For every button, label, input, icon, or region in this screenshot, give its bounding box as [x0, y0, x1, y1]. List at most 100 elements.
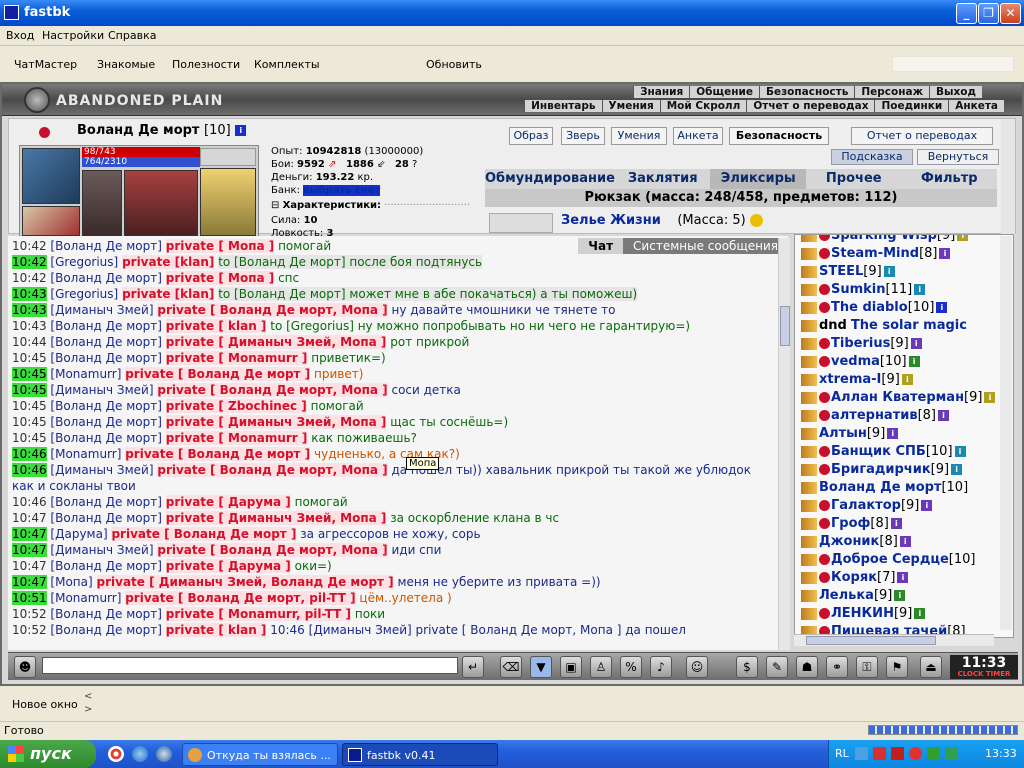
user-nick[interactable]: Бригадирчик	[831, 462, 931, 477]
transfer-report-button[interactable]: Отчет о переводах	[851, 127, 993, 145]
chat-nick[interactable]: [Gregorius]	[50, 255, 118, 269]
user-list-item[interactable]: Алтын[9] i	[795, 425, 1013, 443]
nav-exit[interactable]: Выход	[929, 86, 982, 98]
user-list-item[interactable]: STEEL[9] i	[795, 263, 1013, 281]
chat-private-target[interactable]: private [ Дарума ]	[165, 559, 291, 573]
chat-scroll-thumb[interactable]	[780, 306, 790, 346]
chat-private-target[interactable]: private [ klan ]	[165, 319, 267, 333]
chat-scrollbar[interactable]	[778, 238, 790, 650]
tab-system-messages[interactable]: Системные сообщения	[623, 238, 788, 254]
user-nick[interactable]: Sumkin	[831, 282, 886, 297]
chat-nick[interactable]: [Gregorius]	[50, 287, 118, 301]
user-nick[interactable]: алтернатив	[831, 408, 918, 423]
chat-private-target[interactable]: private [ Мопа ]	[165, 271, 275, 285]
user-list-item[interactable]: Лелька[9] i	[795, 587, 1013, 605]
item-thumbnail[interactable]	[489, 213, 553, 233]
user-list-item[interactable]: xtrema-I[9] i	[795, 371, 1013, 389]
chat-nick[interactable]: [Воланд Де морт]	[50, 559, 162, 573]
nav-transfer-report[interactable]: Отчет о переводах	[746, 100, 875, 112]
chat-private-target[interactable]: private [ Воланд Де морт, Мопа ]	[157, 543, 388, 557]
user-info-icon[interactable]: i	[938, 410, 949, 421]
user-list-item[interactable]: Коряк[7] i	[795, 569, 1013, 587]
private-arrow-icon[interactable]	[801, 463, 817, 476]
private-arrow-icon[interactable]	[801, 409, 817, 422]
chat-private-target[interactable]: private [ Воланд Де морт ]	[125, 447, 311, 461]
user-info-icon[interactable]: i	[914, 608, 926, 619]
maximize-button[interactable]: ❐	[978, 3, 999, 24]
eraser-icon[interactable]: ⌫	[500, 656, 522, 678]
chat-nick[interactable]: [Воланд Де морт]	[50, 335, 162, 349]
user-info-icon[interactable]: i	[921, 500, 933, 511]
character-info-icon[interactable]: i	[235, 125, 247, 136]
user-list-item[interactable]: ЛЕНКИН[9] i	[795, 605, 1013, 623]
figure-icon[interactable]: ♙	[590, 656, 612, 678]
scroll-icon[interactable]: ✎	[766, 656, 788, 678]
chat-private-target[interactable]: private [ Диманыч Змей, Воланд Де морт ]	[96, 575, 394, 589]
user-nick[interactable]: Галактор	[831, 498, 901, 513]
new-window-link[interactable]: Новое окно	[12, 698, 78, 711]
ring-slots[interactable]	[82, 170, 122, 236]
smile-icon[interactable]: ☺	[686, 656, 708, 678]
user-nick[interactable]: Steam-Mind	[831, 246, 919, 261]
nav-skills[interactable]: Умения	[601, 100, 660, 112]
chat-private-target[interactable]: private [ Zbochinec ]	[165, 399, 307, 413]
chat-input[interactable]	[42, 657, 458, 674]
users-horizontal-scrollbar[interactable]	[794, 634, 994, 646]
task-browser[interactable]: Откуда ты взялась ...	[182, 743, 338, 766]
user-nick[interactable]: Sparking Wisp	[831, 235, 937, 243]
chat-nick[interactable]: [Диманыч Змей]	[50, 383, 153, 397]
user-nick[interactable]: Аллан Кватерман	[831, 390, 964, 405]
send-icon[interactable]: ↵	[462, 656, 484, 678]
kaspersky-icon[interactable]	[891, 747, 904, 760]
user-info-icon[interactable]: i	[883, 266, 895, 277]
user-nick[interactable]: STEEL	[819, 264, 863, 279]
nav-inventory[interactable]: Инвентарь	[524, 100, 602, 112]
language-indicator[interactable]: RL	[835, 747, 849, 760]
user-nick[interactable]: Воланд Де морт	[819, 480, 941, 495]
gloves-rings-slots[interactable]	[200, 168, 256, 236]
start-button[interactable]: пуск	[0, 740, 96, 768]
user-nick[interactable]: ЛЕНКИН	[831, 606, 894, 621]
quicklaunch-target-icon[interactable]	[108, 746, 124, 762]
toolbar-chatmaster[interactable]: ЧатМастер	[14, 58, 77, 71]
user-list-item[interactable]: Аллан Кватерман[9] i	[795, 389, 1013, 407]
nav-profile[interactable]: Анкета	[948, 100, 1004, 112]
menu-help[interactable]: Справка	[108, 29, 156, 42]
user-nick[interactable]: Алтын	[819, 426, 867, 441]
search-input[interactable]	[892, 56, 1014, 72]
collapse-icon[interactable]: ⊟	[271, 200, 279, 211]
user-list-item[interactable]: Sparking Wisp[9] i	[795, 235, 1013, 245]
chat-private-target[interactable]: private [ Воланд Де морт, pil-TT ]	[125, 591, 356, 605]
chat-nick[interactable]: [Воланд Де морт]	[50, 607, 162, 621]
profile-button[interactable]: Анкета	[673, 127, 723, 145]
user-nick[interactable]: Доброе Сердце	[831, 552, 949, 567]
chat-nick[interactable]: [Воланд Де морт]	[50, 351, 162, 365]
users-vertical-scrollbar[interactable]	[1000, 236, 1012, 630]
chat-private-target[interactable]: private [klan]	[122, 255, 215, 269]
chat-private-target[interactable]: private [ klan ]	[165, 623, 267, 637]
security-shield-icon[interactable]	[909, 747, 922, 760]
toolbar-kits[interactable]: Комплекты	[254, 58, 320, 71]
nav-fights[interactable]: Поединки	[874, 100, 949, 112]
users-hscroll-thumb[interactable]	[806, 636, 936, 645]
antivirus-icon[interactable]	[873, 747, 886, 760]
security-button[interactable]: Безопасность	[729, 127, 829, 145]
user-info-icon[interactable]: i	[894, 590, 906, 601]
chat-nick[interactable]: [Воланд Де морт]	[50, 511, 162, 525]
mask-icon[interactable]: ☗	[796, 656, 818, 678]
task-fastbk[interactable]: fastbk v0.41	[342, 743, 498, 766]
private-arrow-icon[interactable]	[801, 589, 817, 602]
tab-chat[interactable]: Чат	[578, 238, 624, 254]
user-nick[interactable]: The solar magic	[851, 318, 967, 333]
panel-scrollbar[interactable]	[1001, 119, 1015, 235]
private-arrow-icon[interactable]	[801, 247, 817, 260]
hint-button[interactable]: Подсказка	[831, 149, 913, 165]
nav-my-scroll[interactable]: Мой Скролл	[659, 100, 747, 112]
user-nick[interactable]: Tiberius	[831, 336, 890, 351]
chat-nick[interactable]: [Воланд Де морт]	[50, 271, 162, 285]
nav-knowledge[interactable]: Знания	[633, 86, 690, 98]
nav-character[interactable]: Персонаж	[854, 86, 930, 98]
user-list-item[interactable]: Бригадирчик[9] i	[795, 461, 1013, 479]
back-button[interactable]: Вернуться	[917, 149, 999, 165]
tab-spells[interactable]: Заклятия	[615, 169, 711, 189]
